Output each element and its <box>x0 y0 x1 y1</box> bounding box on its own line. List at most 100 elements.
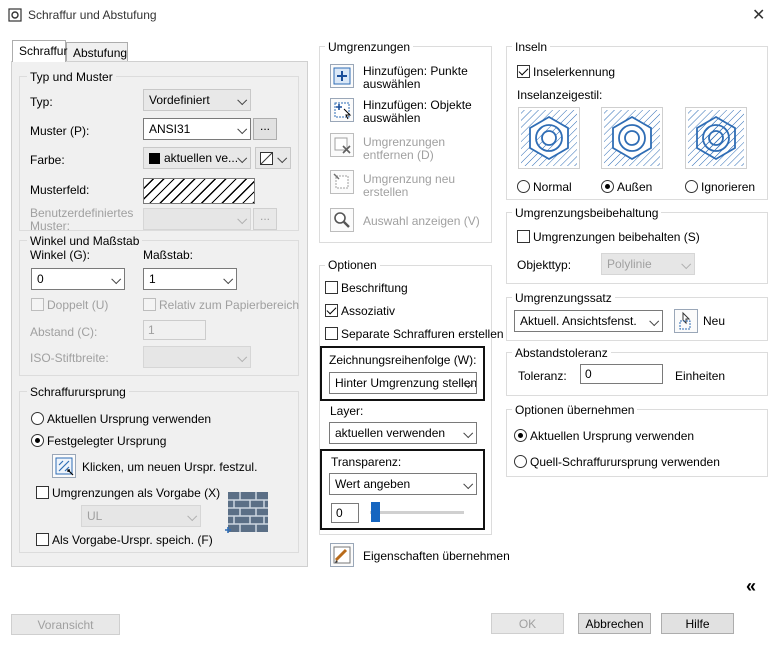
satz-new-button[interactable] <box>674 309 698 333</box>
beschriftung-label: Beschriftung <box>341 281 408 295</box>
chevron-down-icon <box>187 511 198 522</box>
uebernehmen-quell-label: Quell-Schraffurursprung verwenden <box>530 455 720 469</box>
view-selections-button[interactable] <box>330 208 354 232</box>
insel-normal-label: Normal <box>533 180 572 194</box>
tab-schraffur[interactable]: Schraffur <box>12 40 67 62</box>
add-objects-button[interactable] <box>330 98 354 122</box>
farbe-select[interactable]: aktuellen ve... <box>143 147 251 169</box>
island-outer-preview[interactable] <box>601 107 663 169</box>
doppelt-label: Doppelt (U) <box>47 298 109 312</box>
close-icon[interactable]: ✕ <box>752 5 765 25</box>
island-outer-icon <box>604 110 660 166</box>
origin-pick-icon <box>55 457 74 476</box>
uebernehmen-aktuell-label: Aktuellen Ursprung verwenden <box>530 429 695 443</box>
iso-select[interactable] <box>143 346 251 368</box>
island-normal-preview[interactable] <box>518 107 580 169</box>
island-ignore-preview[interactable] <box>685 107 747 169</box>
island-normal-icon <box>521 110 577 166</box>
set-origin-button[interactable] <box>52 454 76 478</box>
muster-select[interactable]: ANSI31 <box>143 118 251 140</box>
abbrechen-button[interactable]: Abbrechen <box>578 613 651 634</box>
voransicht-button[interactable]: Voransicht <box>11 614 120 635</box>
iso-label: ISO-Stiftbreite: <box>30 351 109 365</box>
beschriftung-checkbox[interactable] <box>325 281 338 294</box>
typ-label: Typ: <box>30 95 53 109</box>
klicken-label: Klicken, um neuen Urspr. festzul. <box>82 460 258 474</box>
collapse-button[interactable]: « <box>746 576 756 597</box>
window-title: Schraffur und Abstufung <box>28 8 157 22</box>
winkel-label: Winkel (G): <box>30 248 90 262</box>
winkel-select[interactable]: 0 <box>31 268 125 290</box>
remove-boundaries-button[interactable] <box>330 133 354 157</box>
remove-boundaries-label: Umgrenzungen <box>363 135 446 149</box>
layer-select[interactable]: aktuellen verwenden <box>329 422 477 444</box>
aktueller-ursprung-radio[interactable] <box>31 412 44 425</box>
beibehalten-checkbox[interactable] <box>517 230 530 243</box>
color-swatch <box>149 153 160 164</box>
hilfe-button[interactable]: Hilfe <box>661 613 734 634</box>
abstand-input[interactable]: 1 <box>143 320 206 340</box>
add-select-objects-icon <box>334 102 352 120</box>
uebernehmen-aktuell-radio[interactable] <box>514 429 527 442</box>
no-fill-icon <box>260 152 273 165</box>
ok-button[interactable]: OK <box>491 613 564 634</box>
vorgabe-checkbox[interactable] <box>36 486 49 499</box>
eigenschaften-button[interactable] <box>330 543 354 567</box>
zeichnung-select[interactable]: Hinter Umgrenzung stellen <box>329 372 477 394</box>
add-objects-label: Hinzufügen: Objekte <box>363 98 472 112</box>
inselerkennung-checkbox[interactable] <box>517 65 530 78</box>
satz-select[interactable]: Aktuell. Ansichtsfenst. <box>514 310 663 332</box>
benutzer-select[interactable] <box>143 208 251 230</box>
new-boundary-set-icon <box>679 311 691 330</box>
separate-checkbox[interactable] <box>325 327 338 340</box>
chevron-down-icon <box>223 274 234 285</box>
abstand-label: Abstand (C): <box>30 325 98 339</box>
background-color-select[interactable] <box>255 147 291 169</box>
transparenz-label: Transparenz: <box>331 455 402 469</box>
muster-label: Muster (P): <box>30 124 90 138</box>
chevron-down-icon <box>277 153 288 164</box>
doppelt-checkbox[interactable] <box>31 298 44 311</box>
chevron-down-icon <box>237 124 248 135</box>
typ-select[interactable]: Vordefiniert <box>143 89 251 111</box>
relativ-checkbox[interactable] <box>143 298 156 311</box>
benutzer-browse-button[interactable]: ... <box>253 208 277 230</box>
toleranz-input[interactable]: 0 <box>580 364 663 384</box>
pattern-swatch[interactable] <box>143 178 255 204</box>
assoziativ-label: Assoziativ <box>341 304 396 318</box>
add-pick-points-icon <box>333 67 351 85</box>
chevron-down-icon <box>463 479 474 490</box>
massstab-label: Maßstab: <box>143 248 194 262</box>
massstab-select[interactable]: 1 <box>143 268 237 290</box>
transparenz-input[interactable]: 0 <box>331 503 359 523</box>
farbe-label: Farbe: <box>30 153 65 167</box>
island-ignore-icon <box>688 110 744 166</box>
recreate-boundary-button[interactable] <box>330 170 354 194</box>
app-icon <box>8 8 22 22</box>
objekttyp-select[interactable]: Polylinie <box>601 253 695 275</box>
add-points-label: Hinzufügen: Punkte <box>363 64 468 78</box>
festgelegter-ursprung-radio[interactable] <box>31 434 44 447</box>
transparenz-select[interactable]: Wert angeben <box>329 473 477 495</box>
assoziativ-checkbox[interactable] <box>325 304 338 317</box>
legend-uebernehmen: Optionen übernehmen <box>512 403 638 417</box>
insel-ignorieren-label: Ignorieren <box>701 180 756 194</box>
uebernehmen-quell-radio[interactable] <box>514 455 527 468</box>
insel-normal-radio[interactable] <box>517 180 530 193</box>
legend-inseln: Inseln <box>512 40 551 54</box>
muster-browse-button[interactable]: ... <box>253 118 277 140</box>
ul-select[interactable]: UL <box>81 505 201 527</box>
satz-neu-label: Neu <box>703 314 726 328</box>
chevron-down-icon <box>681 259 692 270</box>
insel-aussen-radio[interactable] <box>601 180 614 193</box>
insel-aussen-label: Außen <box>617 180 653 194</box>
add-points-button[interactable] <box>330 64 354 88</box>
transparenz-slider-track <box>370 511 464 514</box>
transparenz-slider-thumb[interactable] <box>371 502 380 522</box>
speich-checkbox[interactable] <box>36 533 49 546</box>
tab-abstufung[interactable]: Abstufung <box>66 42 128 62</box>
recreate-boundary-icon <box>333 173 349 189</box>
brick-origin-preview-icon <box>225 492 268 533</box>
insel-ignorieren-radio[interactable] <box>685 180 698 193</box>
beibehalten-label: Umgrenzungen beibehalten (S) <box>533 230 700 244</box>
